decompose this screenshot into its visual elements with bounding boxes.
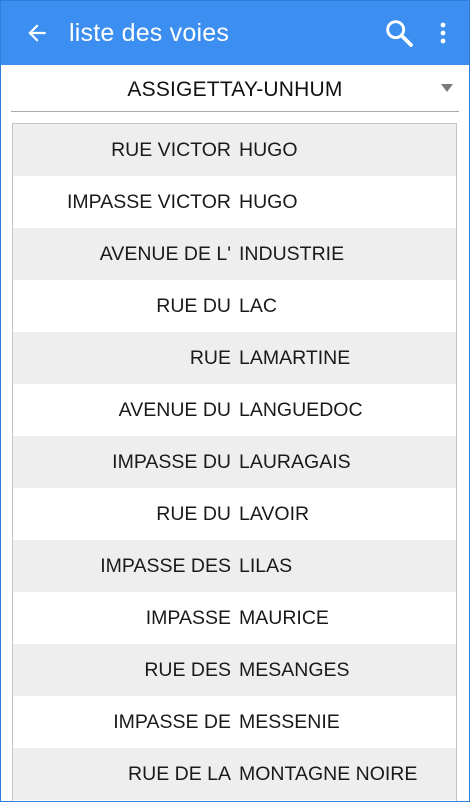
street-list-item[interactable]: AVENUE DU LANGUEDOC — [13, 384, 456, 436]
commune-dropdown[interactable]: ASSIGETTAY-UNHUM — [11, 69, 459, 112]
app-bar: liste des voies — [1, 1, 469, 65]
street-name-label: HUGO — [239, 138, 298, 161]
street-type-label: IMPASSE DES — [100, 554, 231, 577]
street-type-label: IMPASSE VICTOR — [67, 190, 231, 213]
more-options-button[interactable] — [423, 1, 463, 65]
street-name-label: MAURICE — [239, 606, 329, 629]
street-list-item[interactable]: RUE LAMARTINE — [13, 332, 456, 384]
street-list-item[interactable]: RUE DU LAVOIR — [13, 488, 456, 540]
page-title: liste des voies — [69, 18, 230, 47]
search-button[interactable] — [375, 1, 423, 65]
street-type-label: IMPASSE DE — [113, 710, 231, 733]
app-window: liste des voies ASSIGETTAY-UNHUM RUE VIC… — [0, 0, 470, 802]
street-name-label: LILAS — [239, 554, 293, 577]
street-name-label: LAMARTINE — [239, 346, 351, 369]
street-type-label: RUE DU — [156, 502, 231, 525]
street-list-item[interactable]: IMPASSE MAURICE — [13, 592, 456, 644]
street-list-item[interactable]: RUE DES MESANGES — [13, 644, 456, 696]
street-type-label: AVENUE DU — [118, 398, 231, 421]
street-type-label: AVENUE DE L' — [99, 242, 231, 265]
street-list-item[interactable]: IMPASSE DES LILAS — [13, 540, 456, 592]
street-type-label: IMPASSE DU — [112, 450, 231, 473]
dropdown-arrow-icon — [441, 84, 453, 92]
more-vertical-icon — [440, 22, 446, 44]
street-type-label: IMPASSE — [145, 606, 231, 629]
street-name-label: LAC — [239, 294, 277, 317]
street-name-label: LANGUEDOC — [239, 398, 363, 421]
street-list-item[interactable]: IMPASSE DU LAURAGAIS — [13, 436, 456, 488]
arrow-left-icon — [28, 24, 46, 42]
street-name-label: HUGO — [239, 190, 298, 213]
street-type-label: RUE DE LA — [128, 762, 231, 785]
street-type-label: RUE — [189, 346, 231, 369]
street-type-label: RUE DU — [156, 294, 231, 317]
street-name-label: MESANGES — [239, 658, 350, 681]
commune-selected-value: ASSIGETTAY-UNHUM — [127, 78, 343, 101]
street-name-label: MESSENIE — [239, 710, 340, 733]
street-list-item[interactable]: RUE DU LAC — [13, 280, 456, 332]
street-list-item[interactable]: RUE DE LA MONTAGNE NOIRE — [13, 748, 456, 800]
street-list-item[interactable]: IMPASSE VICTOR HUGO — [13, 176, 456, 228]
street-list-item[interactable]: AVENUE DE L' INDUSTRIE — [13, 228, 456, 280]
back-button[interactable] — [9, 1, 65, 65]
street-name-label: LAURAGAIS — [239, 450, 351, 473]
street-type-label: RUE DES — [144, 658, 231, 681]
street-list[interactable]: RUE VICTOR HUGO IMPASSE VICTOR HUGO AVENUE D… — [12, 123, 457, 801]
street-type-label: RUE VICTOR — [111, 138, 231, 161]
street-name-label: MONTAGNE NOIRE — [239, 762, 418, 785]
street-list-item[interactable]: IMPASSE DE MESSENIE — [13, 696, 456, 748]
street-list-item[interactable]: RUE VICTOR HUGO — [13, 124, 456, 176]
street-name-label: INDUSTRIE — [239, 242, 345, 265]
search-icon — [386, 20, 413, 47]
street-name-label: LAVOIR — [239, 502, 310, 525]
